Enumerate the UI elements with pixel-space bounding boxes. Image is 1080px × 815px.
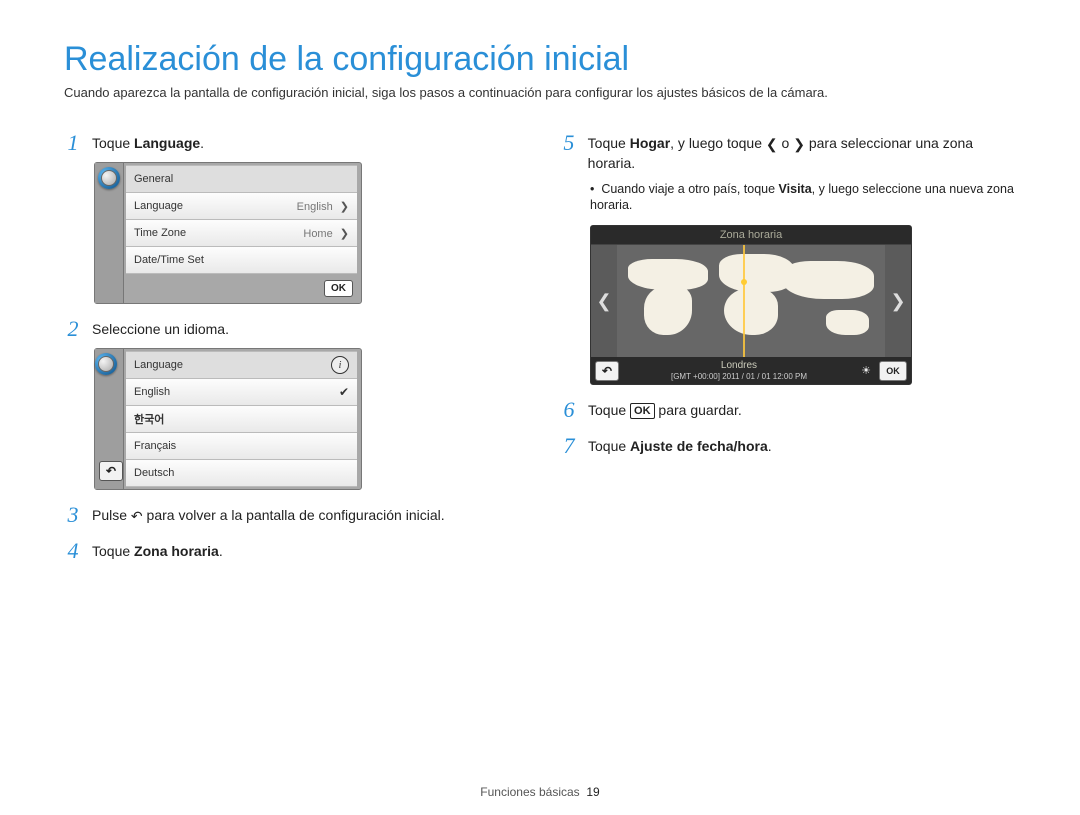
ui1-row-value: Home: [303, 228, 332, 240]
ui2-option-label: English: [134, 386, 170, 398]
page-intro: Cuando aparezca la pantalla de configura…: [64, 85, 1016, 100]
step-5-bullet-a: Cuando viaje a otro país, toque: [601, 182, 778, 196]
ui2-option-korean[interactable]: 한국어: [126, 406, 357, 433]
camera-ui-language: ↶ Language i English ✔ 한국어: [94, 348, 362, 490]
step-1-text-a: Toque: [92, 135, 134, 151]
tz-gmt: [GMT +00:00]: [671, 372, 720, 381]
step-5: 5 Toque Hogar, y luego toque ❮ o ❯ para …: [560, 132, 1016, 173]
tz-ok-button[interactable]: OK: [879, 361, 907, 381]
ui2-option-english[interactable]: English ✔: [126, 379, 357, 406]
world-map: [617, 245, 885, 357]
ui2-option-label: Deutsch: [134, 467, 174, 479]
ui1-header: General: [134, 173, 173, 185]
gear-icon: [95, 353, 117, 375]
step-1: 1 Toque Language.: [64, 132, 520, 154]
step-5-bullet: • Cuando viaje a otro país, toque Visita…: [590, 181, 1016, 214]
step-1-text-c: .: [200, 135, 204, 151]
ui1-row-label: Date/Time Set: [134, 254, 204, 266]
step-number: 6: [560, 399, 578, 421]
ui2-option-francais[interactable]: Français: [126, 433, 357, 460]
chevron-right-icon: ❯: [337, 201, 349, 213]
back-button[interactable]: ↶: [99, 461, 123, 481]
chevron-right-icon: ❯: [337, 228, 349, 240]
ui2-header-row: Language i: [126, 351, 357, 379]
step-4-bold: Zona horaria: [134, 543, 219, 559]
step-5-bullet-bold: Visita: [779, 182, 812, 196]
step-7-text-a: Toque: [588, 438, 630, 454]
tz-prev-button[interactable]: ❮: [591, 291, 617, 312]
step-number: 2: [64, 318, 82, 340]
step-5-text-c: , y luego toque: [670, 135, 766, 151]
footer-section: Funciones básicas: [480, 785, 579, 799]
step-6-text-b: para guardar.: [655, 402, 742, 418]
camera-sidebar: ↶: [95, 349, 124, 489]
step-7-text-c: .: [768, 438, 772, 454]
step-5-text-d: o: [778, 135, 794, 151]
step-4-text-a: Toque: [92, 543, 134, 559]
ui1-row-label: Language: [134, 200, 183, 212]
step-6: 6 Toque OK para guardar.: [560, 399, 1016, 421]
ui1-row-language[interactable]: Language English ❯: [126, 193, 357, 220]
step-3-text-b: para volver a la pantalla de configuraci…: [143, 507, 445, 523]
step-2-text: Seleccione un idioma.: [92, 318, 229, 339]
step-number: 4: [64, 540, 82, 562]
step-5-text-a: Toque: [588, 135, 630, 151]
tz-back-button[interactable]: ↶: [595, 361, 619, 381]
step-1-bold: Language: [134, 135, 200, 151]
ok-icon: OK: [630, 403, 655, 419]
ui1-header-row: General: [126, 165, 357, 193]
ui2-option-label: Français: [134, 440, 176, 452]
tz-title: Zona horaria: [591, 226, 911, 245]
tz-info: Londres [GMT +00:00] 2011 / 01 / 01 12:0…: [625, 360, 853, 381]
sun-icon[interactable]: ☀: [859, 364, 873, 378]
footer-page-number: 19: [586, 785, 599, 799]
step-number: 5: [560, 132, 578, 154]
ui1-row-value: English: [297, 201, 333, 213]
step-2: 2 Seleccione un idioma.: [64, 318, 520, 340]
step-7-bold: Ajuste de fecha/hora: [630, 438, 768, 454]
ok-button[interactable]: OK: [324, 280, 353, 297]
ui2-option-label: 한국어: [134, 411, 164, 427]
chevron-left-icon: ❮: [766, 136, 778, 152]
camera-ui-timezone: Zona horaria ❮ ❯: [590, 225, 912, 385]
ui1-row-datetime[interactable]: Date/Time Set: [126, 247, 357, 274]
step-6-text-a: Toque: [588, 402, 630, 418]
check-icon: ✔: [339, 385, 349, 399]
step-3-text-a: Pulse: [92, 507, 131, 523]
ui1-row-label: Time Zone: [134, 227, 186, 239]
step-number: 3: [64, 504, 82, 526]
tz-next-button[interactable]: ❯: [885, 291, 911, 312]
camera-sidebar: [95, 163, 124, 303]
page-footer: Funciones básicas 19: [0, 785, 1080, 799]
back-icon: ↶: [131, 508, 143, 524]
step-3: 3 Pulse ↶ para volver a la pantalla de c…: [64, 504, 520, 526]
step-number: 7: [560, 435, 578, 457]
ui2-header: Language: [134, 359, 183, 371]
step-7: 7 Toque Ajuste de fecha/hora.: [560, 435, 1016, 457]
page-title: Realización de la configuración inicial: [64, 40, 1016, 79]
step-number: 1: [64, 132, 82, 154]
info-icon[interactable]: i: [331, 356, 349, 374]
camera-ui-general: General Language English ❯ Time Zone Hom…: [94, 162, 362, 304]
ui1-row-timezone[interactable]: Time Zone Home ❯: [126, 220, 357, 247]
gear-icon: [98, 167, 120, 189]
chevron-right-icon: ❯: [793, 136, 805, 152]
ui2-option-deutsch[interactable]: Deutsch: [126, 460, 357, 487]
step-4: 4 Toque Zona horaria.: [64, 540, 520, 562]
tz-city: Londres: [625, 360, 853, 372]
step-4-text-c: .: [219, 543, 223, 559]
tz-datetime: 2011 / 01 / 01 12:00 PM: [722, 372, 807, 381]
step-5-bold: Hogar: [630, 135, 670, 151]
